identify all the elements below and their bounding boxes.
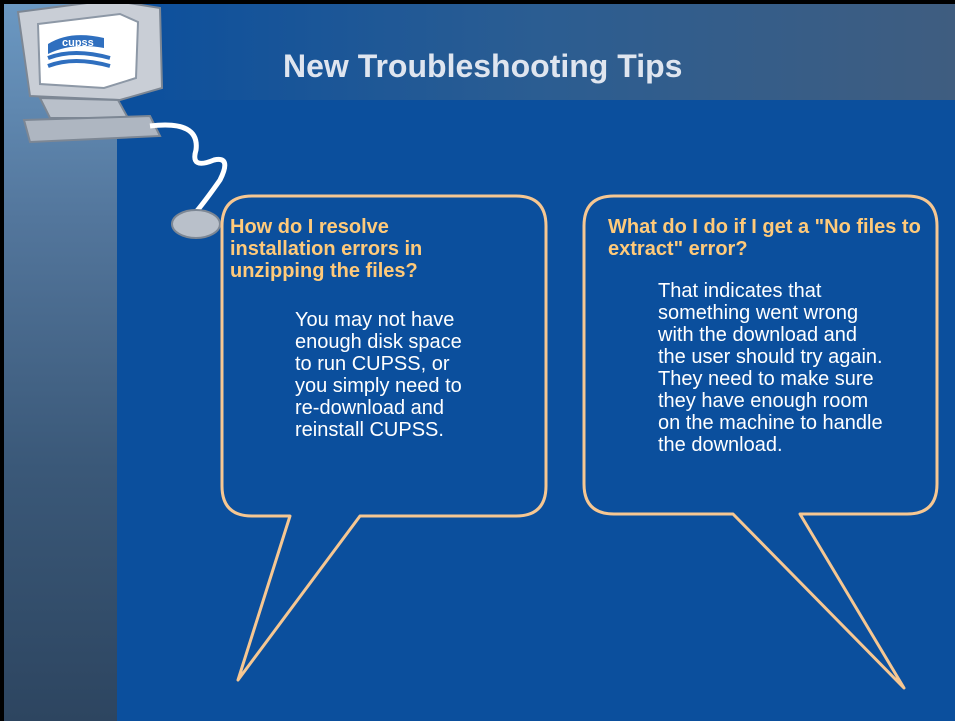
bubble-1-answer: You may not have enough disk space to ru… [295,309,462,441]
bubble-2-answer: That indicates that something went wrong… [658,280,883,456]
bubble-1-question: How do I resolve installation errors in … [230,216,423,282]
bubble-2-question: What do I do if I get a "No files to ext… [608,216,921,260]
slide: cupss New Troubleshooting Tips How do I … [0,0,955,721]
